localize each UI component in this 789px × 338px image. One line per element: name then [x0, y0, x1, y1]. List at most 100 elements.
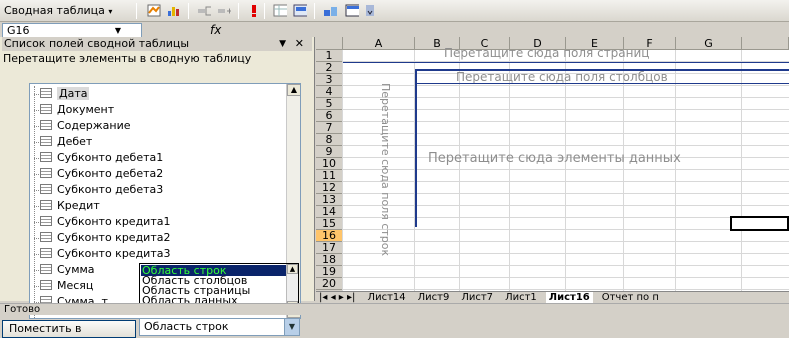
- pivot-chart-icon[interactable]: [322, 3, 338, 18]
- field-item[interactable]: Дата: [40, 86, 90, 102]
- column-gridline: [342, 50, 343, 291]
- row-gridline: [343, 169, 789, 170]
- format-report-icon[interactable]: [146, 3, 162, 18]
- field-label: Кредит: [57, 199, 100, 212]
- field-item[interactable]: Субконто дебета1: [40, 150, 163, 166]
- toolbar-options-icon[interactable]: [362, 3, 378, 18]
- name-box-value: G16: [7, 24, 30, 37]
- field-icon: [40, 104, 52, 114]
- chevron-down-icon[interactable]: ▼: [115, 24, 121, 38]
- field-label: Субконто кредита2: [57, 231, 171, 244]
- field-label: Сумма: [57, 263, 95, 276]
- add-to-button[interactable]: Поместить в: [2, 320, 136, 338]
- pivot-border: [415, 69, 417, 227]
- row-gridline: [343, 85, 789, 86]
- row-gridline: [343, 181, 789, 182]
- active-cell[interactable]: [730, 216, 789, 231]
- field-icon: [40, 248, 52, 258]
- data-items-drop-text: Перетащите сюда элементы данных: [428, 151, 681, 166]
- field-item[interactable]: Сумма: [40, 262, 95, 278]
- close-icon[interactable]: ✕: [295, 37, 304, 51]
- pivot-field-list-panel: Список полей сводной таблицы ▼ ✕ Перетащ…: [0, 37, 315, 338]
- include-hidden-items-icon[interactable]: [272, 3, 288, 18]
- sheet-tabs: Лист14 Лист9 Лист7 Лист1 Лист16 Отчет по п: [365, 292, 668, 303]
- hide-detail-icon[interactable]: [196, 3, 212, 18]
- scroll-up-icon[interactable]: ▲: [287, 84, 300, 96]
- field-item[interactable]: Документ: [40, 102, 114, 118]
- toolbar-separator: [238, 3, 239, 19]
- field-item[interactable]: Дебет: [40, 134, 92, 150]
- panel-title: Список полей сводной таблицы: [4, 37, 190, 50]
- field-label: Субконто кредита3: [57, 247, 171, 260]
- chevron-down-icon: ▾: [108, 7, 113, 16]
- field-icon: [40, 216, 52, 226]
- field-icon: [40, 136, 52, 146]
- toolbar-separator: [314, 3, 315, 19]
- row-gridline: [343, 241, 789, 242]
- sheet-tab[interactable]: Лист14: [365, 292, 409, 303]
- row-gridline: [343, 277, 789, 278]
- sheet-tab[interactable]: Отчет по п: [599, 292, 662, 303]
- field-icon: [40, 280, 52, 290]
- pivot-border: [343, 62, 789, 63]
- field-list-toggle-icon[interactable]: [344, 3, 360, 18]
- status-text: Готово: [4, 304, 41, 315]
- row-gridline: [343, 193, 789, 194]
- spreadsheet-grid[interactable]: ABCDEFG 12345678910111213141516171819202…: [316, 37, 789, 291]
- field-label: Документ: [57, 103, 115, 116]
- sheet-tab[interactable]: Лист16: [545, 292, 593, 303]
- toolbar-separator: [264, 3, 265, 19]
- tab-navigation-icon[interactable]: |◂ ◂ ▸ ▸|: [319, 292, 355, 303]
- field-label: Дебет: [57, 135, 93, 148]
- field-label: Субконто кредита1: [57, 215, 171, 228]
- scroll-up-icon[interactable]: ▲: [287, 264, 298, 274]
- area-select[interactable]: Область строк ▼: [139, 318, 300, 336]
- field-item[interactable]: Субконто кредита2: [40, 230, 170, 246]
- column-header[interactable]: [742, 37, 789, 50]
- pivot-toolbar: Сводная таблица ▾: [0, 0, 789, 22]
- toolbar-separator: [188, 3, 189, 19]
- row-gridline: [343, 217, 789, 218]
- field-label: Дата: [57, 87, 90, 100]
- pivot-border: [415, 83, 789, 84]
- field-item[interactable]: Кредит: [40, 198, 100, 214]
- field-icon: [40, 120, 52, 130]
- sheet-tab[interactable]: Лист1: [502, 292, 540, 303]
- row-gridline: [343, 133, 789, 134]
- field-item[interactable]: Субконто дебета2: [40, 166, 163, 182]
- panel-instruction: Перетащите элементы в сводную таблицу: [3, 52, 252, 65]
- pivot-table-menu[interactable]: Сводная таблица ▾: [4, 4, 112, 17]
- row-gridline: [343, 205, 789, 206]
- area-select-value: Область строк: [144, 320, 229, 333]
- toolbar-separator: [136, 3, 137, 19]
- sheet-tab[interactable]: Лист9: [415, 292, 453, 303]
- field-icon: [40, 232, 52, 242]
- column-gridline: [509, 50, 510, 291]
- row-gridline: [343, 253, 789, 254]
- panel-title-bar[interactable]: Список полей сводной таблицы ▼ ✕: [2, 37, 312, 51]
- field-item[interactable]: Субконто дебета3: [40, 182, 163, 198]
- sheet-tab[interactable]: Лист7: [458, 292, 496, 303]
- show-detail-icon[interactable]: [216, 3, 232, 18]
- field-item[interactable]: Содержание: [40, 118, 131, 134]
- panel-menu-icon[interactable]: ▼: [279, 37, 286, 51]
- field-icon: [40, 264, 52, 274]
- column-gridline: [565, 50, 566, 291]
- column-header[interactable]: A: [343, 37, 415, 50]
- field-label: Содержание: [57, 119, 131, 132]
- chart-wizard-icon[interactable]: [166, 3, 182, 18]
- column-header[interactable]: G: [676, 37, 742, 50]
- row-gridline: [343, 121, 789, 122]
- refresh-data-icon[interactable]: [246, 3, 262, 18]
- field-settings-icon[interactable]: [292, 3, 308, 18]
- field-item[interactable]: Субконто кредита3: [40, 246, 170, 262]
- column-fields-drop-text: Перетащите сюда поля столбцов: [456, 70, 668, 84]
- field-label: Субконто дебета2: [57, 167, 164, 180]
- tree-connector: [34, 86, 35, 318]
- field-item[interactable]: Месяц: [40, 278, 93, 294]
- chevron-down-icon[interactable]: ▼: [284, 319, 299, 335]
- field-label: Субконто дебета1: [57, 151, 164, 164]
- column-gridline: [459, 50, 460, 291]
- field-item[interactable]: Субконто кредита1: [40, 214, 170, 230]
- pivot-table-menu-label: Сводная таблица: [4, 4, 105, 17]
